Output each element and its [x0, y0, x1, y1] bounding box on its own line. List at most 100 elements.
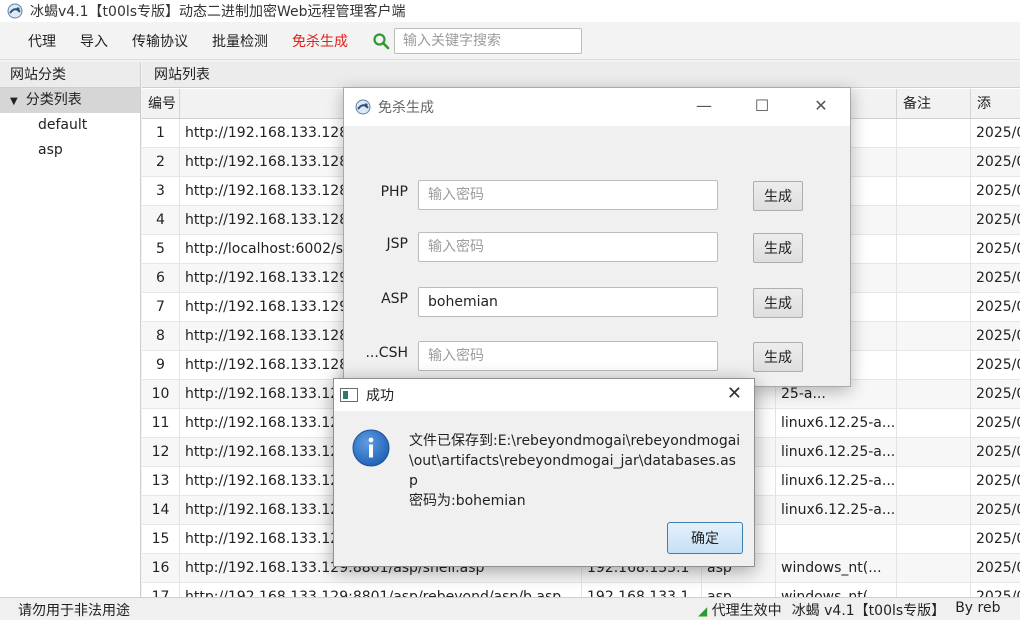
- table-cell: 16: [142, 554, 180, 583]
- tree-item-default[interactable]: default: [0, 113, 140, 138]
- table-cell: 14: [142, 496, 180, 525]
- generator-row-label: ...CSH: [365, 345, 408, 361]
- generator-row-label: JSP: [386, 236, 408, 252]
- generator-row: JSP 生成: [344, 232, 852, 264]
- minimize-icon[interactable]: —: [694, 96, 714, 115]
- table-cell: 5: [142, 235, 180, 264]
- table-cell: [897, 380, 971, 409]
- table-cell: linux6.12.25-a...: [776, 496, 897, 525]
- table-cell: 10: [142, 380, 180, 409]
- password-input[interactable]: [418, 180, 718, 210]
- generate-button[interactable]: 生成: [753, 342, 803, 372]
- menu-anti-av-generate[interactable]: 免杀生成: [280, 27, 360, 55]
- table-cell: 2: [142, 148, 180, 177]
- menu-proxy[interactable]: 代理: [16, 27, 68, 55]
- table-cell: 2025/0: [971, 177, 1020, 206]
- table-cell: 11: [142, 409, 180, 438]
- table-cell: windows_nt(...: [776, 554, 897, 583]
- table-cell: [897, 438, 971, 467]
- table-cell: 1: [142, 119, 180, 148]
- table-cell: 3: [142, 177, 180, 206]
- column-header-6[interactable]: 添: [971, 89, 1020, 119]
- menu-import[interactable]: 导入: [68, 27, 120, 55]
- success-dialog: 成功 ✕ 文件已保存到:E:\rebeyondmogai\rebeyondmog…: [333, 378, 755, 567]
- status-bar: 请勿用于非法用途 ◢ 代理生效中 冰蝎 v4.1【t00ls专版】 By reb: [0, 597, 1020, 619]
- generator-row: PHP 生成: [344, 180, 852, 212]
- menu-transport-protocol[interactable]: 传输协议: [120, 27, 200, 55]
- table-cell: 2025/0: [971, 380, 1020, 409]
- window-title: 冰蝎v4.1【t00ls专版】动态二进制加密Web远程管理客户端: [30, 4, 406, 20]
- table-cell: 2025/0: [971, 525, 1020, 554]
- tree-root-label: 分类列表: [25, 92, 82, 108]
- scorpion-logo-icon: [355, 99, 371, 115]
- password-text: 密码为:bohemian: [409, 493, 526, 509]
- category-panel-header: 网站分类: [0, 62, 140, 88]
- expand-triangle-icon[interactable]: ▼: [10, 96, 18, 107]
- table-cell: 2025/0: [971, 235, 1020, 264]
- status-warning: 请勿用于非法用途: [18, 603, 130, 619]
- search-input[interactable]: [394, 27, 582, 54]
- table-cell: 2025/0: [971, 148, 1020, 177]
- table-cell: 4: [142, 206, 180, 235]
- table-cell: [897, 206, 971, 235]
- table-cell: 2025/0: [971, 322, 1020, 351]
- table-cell: linux6.12.25-a...: [776, 438, 897, 467]
- table-cell: 2025/0: [971, 554, 1020, 583]
- tree-item-asp[interactable]: asp: [0, 138, 140, 163]
- table-cell: [897, 525, 971, 554]
- generator-row: ...CSH 生成: [344, 341, 852, 373]
- column-header-0[interactable]: 编号: [142, 89, 180, 119]
- java-app-icon: [340, 388, 358, 402]
- table-cell: 8: [142, 322, 180, 351]
- table-cell: [897, 322, 971, 351]
- dialog-message: 文件已保存到:E:\rebeyondmogai\rebeyondmogai\ou…: [409, 431, 744, 511]
- table-cell: 2025/0: [971, 496, 1020, 525]
- table-cell: 2025/0: [971, 119, 1020, 148]
- table-cell: 2025/0: [971, 293, 1020, 322]
- proxy-arrow-icon: ◢: [698, 604, 708, 618]
- table-cell: [897, 554, 971, 583]
- generator-title: 免杀生成: [378, 100, 434, 116]
- table-cell: [897, 119, 971, 148]
- menu-bar: 代理 导入 传输协议 批量检测 免杀生成: [0, 22, 1020, 60]
- generate-button[interactable]: 生成: [753, 181, 803, 211]
- site-list-header: 网站列表: [142, 62, 1020, 88]
- password-input[interactable]: [418, 341, 718, 371]
- search-icon[interactable]: [372, 32, 390, 50]
- scorpion-logo-icon: [7, 3, 23, 19]
- generator-titlebar: 免杀生成: [344, 88, 850, 126]
- tree-root-category-list[interactable]: ▼ 分类列表: [0, 88, 140, 113]
- table-cell: 2025/0: [971, 264, 1020, 293]
- table-cell: [897, 264, 971, 293]
- generate-button[interactable]: 生成: [753, 233, 803, 263]
- dialog-titlebar: 成功: [334, 379, 754, 411]
- table-cell: 12: [142, 438, 180, 467]
- table-cell: 2025/0: [971, 351, 1020, 380]
- password-input[interactable]: [418, 232, 718, 262]
- table-cell: [897, 351, 971, 380]
- ok-button[interactable]: 确定: [667, 522, 743, 554]
- table-cell: 2025/0: [971, 409, 1020, 438]
- column-header-5[interactable]: 备注: [897, 89, 971, 119]
- table-cell: [897, 496, 971, 525]
- generate-button[interactable]: 生成: [753, 288, 803, 318]
- category-panel: 网站分类 ▼ 分类列表 default asp: [0, 62, 141, 597]
- table-cell: [897, 235, 971, 264]
- close-icon[interactable]: ✕: [811, 96, 831, 115]
- anti-av-generator-window: 免杀生成 — ☐ ✕ PHP 生成 JSP 生成 ASP 生成 ...CSH 生成: [343, 87, 851, 387]
- status-version: 冰蝎 v4.1【t00ls专版】: [791, 603, 946, 619]
- password-input[interactable]: [418, 287, 718, 317]
- maximize-icon[interactable]: ☐: [752, 96, 772, 115]
- dialog-title: 成功: [366, 388, 394, 404]
- table-cell: 2025/0: [971, 206, 1020, 235]
- generator-row: ASP 生成: [344, 287, 852, 319]
- generator-row-label: PHP: [380, 184, 408, 200]
- menu-batch-check[interactable]: 批量检测: [200, 27, 280, 55]
- dialog-close-icon[interactable]: ✕: [727, 383, 742, 404]
- table-cell: 2025/0: [971, 438, 1020, 467]
- info-icon: [352, 429, 390, 467]
- table-cell: [897, 177, 971, 206]
- table-cell: 7: [142, 293, 180, 322]
- table-cell: [897, 293, 971, 322]
- table-cell: [897, 148, 971, 177]
